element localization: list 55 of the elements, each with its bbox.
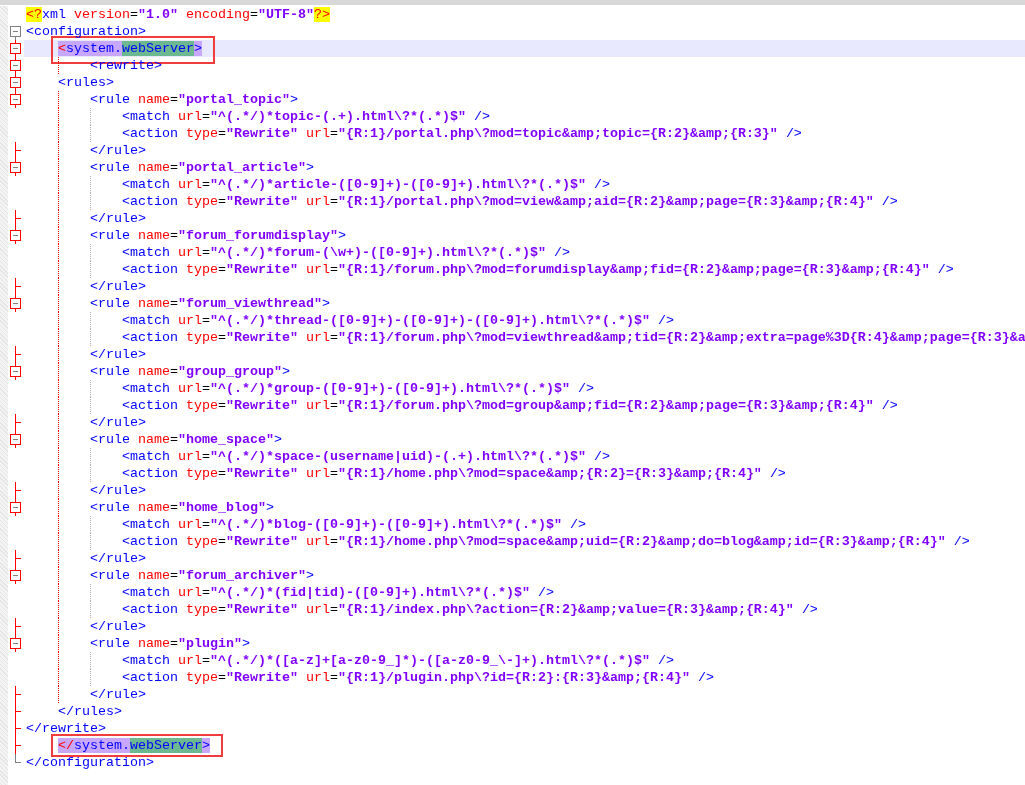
- fold-button[interactable]: [10, 434, 21, 445]
- code-line: <match url="^(.*/)*([a-z]+[a-z0-9_]*)-([a-z0-9_\-]+).html\?*(.*)$" />: [121, 652, 674, 669]
- code-line: <match url="^(.*/)*topic-(.+).html\?*(.*)$" />: [121, 108, 490, 125]
- code-line: <rule name="portal_article">: [89, 159, 314, 176]
- fold-button[interactable]: [10, 26, 21, 37]
- code-line: <match url="^(.*/)*(fid|tid)-([0-9]+).html\?*(.*)$" />: [121, 584, 554, 601]
- code-line: </configuration>: [26, 754, 154, 771]
- code-line: <rule name="forum_forumdisplay">: [89, 227, 346, 244]
- code-line: <rules>: [57, 74, 114, 91]
- code-line: <match url="^(.*/)*blog-([0-9]+)-([0-9]+).html\?*(.*)$" />: [121, 516, 586, 533]
- code-line: <rule name="home_blog">: [89, 499, 274, 516]
- code-line: <match url="^(.*/)*article-([0-9]+)-([0-9]+).html\?*(.*)$" />: [121, 176, 610, 193]
- code-line: </rule>: [89, 142, 146, 159]
- fold-button[interactable]: [10, 366, 21, 377]
- code-line: </rule>: [89, 482, 146, 499]
- code-line: </rewrite>: [26, 720, 106, 737]
- code-line: <action type="Rewrite" url="{R:1}/home.php\?mod=space&amp;uid={R:2}&amp;do=blog&amp;id={R:3}&amp;{R:4}" />: [121, 533, 970, 550]
- fold-button[interactable]: [10, 60, 21, 71]
- code-line: <action type="Rewrite" url="{R:1}/home.php\?mod=space&amp;{R:2}={R:3}&amp;{R:4}" />: [121, 465, 786, 482]
- code-line: </rule>: [89, 550, 146, 567]
- fold-button[interactable]: [10, 94, 21, 105]
- code-line: </rule>: [89, 618, 146, 635]
- code-line: <rule name="group_group">: [89, 363, 290, 380]
- code-line: <action type="Rewrite" url="{R:1}/forum.php\?mod=group&amp;fid={R:2}&amp;page={R:3}&amp;{R:4}" />: [121, 397, 898, 414]
- fold-button[interactable]: [10, 502, 21, 513]
- code-line: <rule name="forum_viewthread">: [89, 295, 330, 312]
- code-line: <match url="^(.*/)*space-(username|uid)-(.+).html\?*(.*)$" />: [121, 448, 610, 465]
- code-line: <rule name="forum_archiver">: [89, 567, 314, 584]
- code-line: </rule>: [89, 414, 146, 431]
- code-line: <match url="^(.*/)*forum-(\w+)-([0-9]+).html\?*(.*)$" />: [121, 244, 570, 261]
- code-line: <action type="Rewrite" url="{R:1}/forum.php\?mod=viewthread&amp;tid={R:2}&amp;extra=page%3D{R:4}&amp;page={R:3}&a: [121, 329, 1025, 346]
- fold-button[interactable]: [10, 43, 21, 54]
- code-line: </rules>: [57, 703, 122, 720]
- code-line: <action type="Rewrite" url="{R:1}/portal.php\?mod=topic&amp;topic={R:2}&amp;{R:3}" />: [121, 125, 802, 142]
- fold-button[interactable]: [10, 570, 21, 581]
- code-line: <action type="Rewrite" url="{R:1}/index.php\?action={R:2}&amp;value={R:3}&amp;{R:4}" />: [121, 601, 818, 618]
- fold-button[interactable]: [10, 298, 21, 309]
- code-line: <rule name="plugin">: [89, 635, 250, 652]
- code-line: <configuration>: [26, 23, 146, 40]
- code-line: <match url="^(.*/)*group-([0-9]+)-([0-9]+).html\?*(.*)$" />: [121, 380, 594, 397]
- code-line: <?xml version="1.0" encoding="UTF-8"?>: [26, 6, 330, 23]
- code-line: </rule>: [89, 686, 146, 703]
- fold-button[interactable]: [10, 230, 21, 241]
- code-line: <rule name="portal_topic">: [89, 91, 298, 108]
- fold-button[interactable]: [10, 638, 21, 649]
- code-line: </rule>: [89, 278, 146, 295]
- code-line: <action type="Rewrite" url="{R:1}/plugin.php\?id={R:2}:{R:3}&amp;{R:4}" />: [121, 669, 714, 686]
- code-line: </rule>: [89, 346, 146, 363]
- code-line: </rule>: [89, 210, 146, 227]
- fold-button[interactable]: [10, 77, 21, 88]
- code-line: <action type="Rewrite" url="{R:1}/portal.php\?mod=view&amp;aid={R:2}&amp;page={R:3}&amp;{R:4}" />: [121, 193, 898, 210]
- code-line: <rule name="home_space">: [89, 431, 282, 448]
- code-line: <action type="Rewrite" url="{R:1}/forum.php\?mod=forumdisplay&amp;fid={R:2}&amp;page={R:3}&amp;{R:4}" />: [121, 261, 954, 278]
- code-line: <match url="^(.*/)*thread-([0-9]+)-([0-9]+)-([0-9]+).html\?*(.*)$" />: [121, 312, 674, 329]
- fold-button[interactable]: [10, 162, 21, 173]
